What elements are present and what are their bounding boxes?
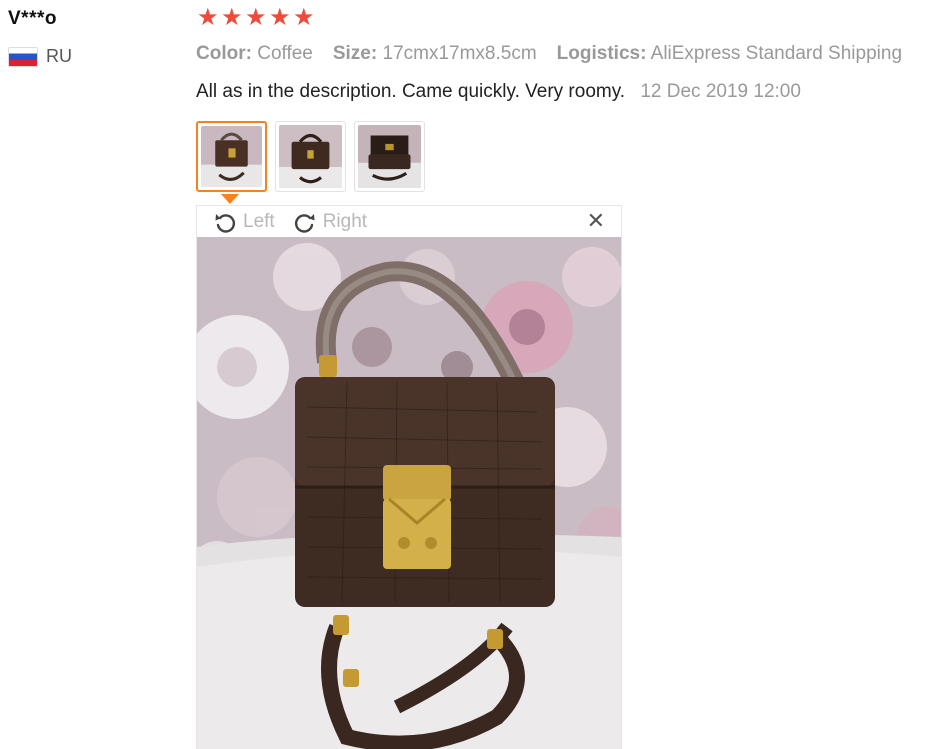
attr-size: Size: 17cmx17mx8.5cm	[333, 43, 537, 65]
review-text: All as in the description. Came quickly.…	[196, 81, 626, 102]
attr-logistics: Logistics: AliExpress Standard Shipping	[557, 43, 902, 65]
reviewer-country: RU	[8, 46, 72, 67]
review-date: 12 Dec 2019 12:00	[640, 81, 801, 102]
attr-logistics-key: Logistics:	[556, 43, 647, 64]
close-icon: ✕	[586, 208, 605, 233]
star-icon: ★	[221, 4, 243, 31]
rotate-left-label: Left	[243, 210, 275, 232]
attr-size-value: 17cmx17mx8.5cm	[382, 43, 537, 64]
rotate-right-icon	[294, 213, 315, 233]
photo-thumbnail[interactable]	[196, 121, 267, 192]
star-icon: ★	[293, 4, 315, 31]
star-icon: ★	[197, 4, 219, 31]
review-card: V***o RU ★ ★ ★ ★ ★ Color: Coffee Size: 1…	[0, 0, 942, 749]
attr-color: Color: Coffee	[196, 43, 313, 65]
rotate-left-icon	[215, 213, 235, 233]
photo-thumbnails	[196, 121, 425, 192]
review-photo	[197, 237, 621, 749]
attr-logistics-value: AliExpress Standard Shipping	[650, 43, 903, 64]
photo-thumbnail[interactable]	[354, 121, 425, 192]
rotate-right-button[interactable]: Right	[293, 210, 367, 234]
reviewer-name: V***o	[8, 8, 57, 29]
ru-flag-icon	[8, 46, 38, 67]
attr-color-value: Coffee	[257, 43, 313, 64]
review-body: All as in the description. Came quickly.…	[196, 81, 801, 103]
photo-thumbnail[interactable]	[275, 121, 346, 192]
viewer-toolbar: Left Right ✕	[197, 206, 621, 237]
star-icon: ★	[269, 4, 291, 31]
order-attributes: Color: Coffee Size: 17cmx17mx8.5cm Logis…	[196, 43, 902, 65]
attr-size-key: Size:	[332, 43, 378, 64]
photo-viewer: Left Right ✕	[196, 205, 622, 749]
rotate-right-label: Right	[322, 210, 368, 232]
attr-color-key: Color:	[196, 43, 252, 64]
rating-stars: ★ ★ ★ ★ ★	[197, 6, 316, 30]
active-thumbnail-caret	[221, 194, 239, 204]
rotate-left-button[interactable]: Left	[213, 210, 275, 234]
star-icon: ★	[245, 4, 267, 31]
close-viewer-button[interactable]: ✕	[586, 208, 605, 233]
country-code: RU	[46, 46, 72, 66]
